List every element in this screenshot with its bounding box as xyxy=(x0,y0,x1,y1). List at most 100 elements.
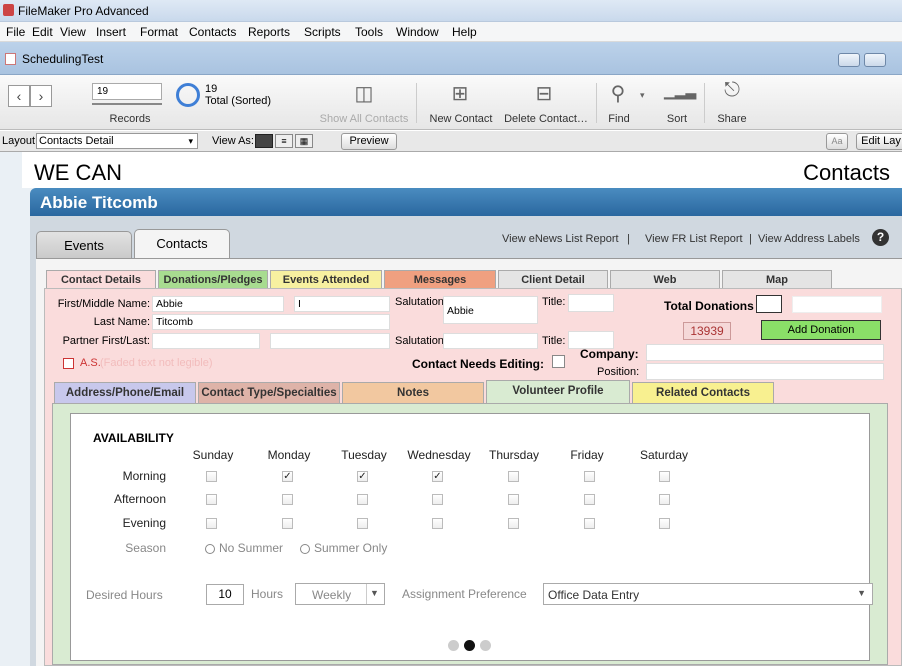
share-button[interactable]: Share xyxy=(712,113,752,125)
tab-messages[interactable]: Messages xyxy=(384,270,496,290)
availability-checkbox-morning-monday[interactable]: ✓ xyxy=(282,471,293,482)
frequency-select[interactable]: Weekly ▼ xyxy=(295,583,385,605)
tab-events-attended[interactable]: Events Attended xyxy=(270,270,382,290)
availability-checkbox-evening-sunday[interactable] xyxy=(206,518,217,529)
record-number-field[interactable]: 19 xyxy=(92,83,162,100)
partner-first-field[interactable] xyxy=(152,333,260,349)
menu-format[interactable]: Format xyxy=(140,25,178,39)
availability-checkbox-evening-tuesday[interactable] xyxy=(357,518,368,529)
company-field[interactable] xyxy=(646,344,884,361)
frequency-value: Weekly xyxy=(312,588,352,602)
availability-checkbox-morning-sunday[interactable] xyxy=(206,471,217,482)
show-all-icon: ◫ xyxy=(354,83,374,105)
position-field[interactable] xyxy=(646,363,884,380)
tab-web[interactable]: Web xyxy=(610,270,720,290)
page-dot[interactable] xyxy=(480,640,491,651)
availability-checkbox-evening-saturday[interactable] xyxy=(659,518,670,529)
salutation-field[interactable]: Abbie xyxy=(443,296,538,324)
show-all-contacts-button[interactable]: Show All Contacts xyxy=(316,113,412,125)
availability-checkbox-evening-monday[interactable] xyxy=(282,518,293,529)
availability-checkbox-morning-saturday[interactable] xyxy=(659,471,670,482)
first-name-field[interactable]: Abbie xyxy=(152,296,284,312)
menu-insert[interactable]: Insert xyxy=(96,25,126,39)
total-donations-value-field[interactable] xyxy=(792,296,882,313)
availability-checkbox-evening-friday[interactable] xyxy=(584,518,595,529)
total-donations-field[interactable] xyxy=(756,295,782,313)
assignment-select[interactable]: Office Data Entry ▼ xyxy=(543,583,873,605)
menu-window[interactable]: Window xyxy=(396,25,439,39)
tab-contact-details[interactable]: Contact Details xyxy=(46,270,156,290)
layout-select[interactable]: Contacts Detail ▾ xyxy=(36,133,198,149)
app-titlebar: FileMaker Pro Advanced xyxy=(0,0,902,22)
menu-tools[interactable]: Tools xyxy=(355,25,383,39)
needs-editing-checkbox[interactable] xyxy=(552,355,565,368)
add-donation-button[interactable]: Add Donation xyxy=(761,320,881,340)
menu-edit[interactable]: Edit xyxy=(32,25,53,39)
menu-view[interactable]: View xyxy=(60,25,86,39)
menu-reports[interactable]: Reports xyxy=(248,25,290,39)
last-name-field[interactable]: Titcomb xyxy=(152,314,390,330)
minimize-button[interactable] xyxy=(838,53,860,67)
title-label: Title: xyxy=(542,296,566,308)
enews-report-link[interactable]: View eNews List Report xyxy=(502,233,619,245)
availability-checkbox-evening-thursday[interactable] xyxy=(508,518,519,529)
availability-checkbox-afternoon-tuesday[interactable] xyxy=(357,494,368,505)
toolbar-separator xyxy=(416,83,417,123)
find-menu-arrow-icon[interactable]: ▾ xyxy=(640,90,645,101)
tab-address-phone-email[interactable]: Address/Phone/Email xyxy=(54,382,196,404)
availability-checkbox-morning-friday[interactable] xyxy=(584,471,595,482)
row-label-evening: Evening xyxy=(122,516,166,530)
no-summer-radio[interactable] xyxy=(205,544,215,554)
availability-checkbox-morning-tuesday[interactable]: ✓ xyxy=(357,471,368,482)
table-view-icon[interactable]: ▦ xyxy=(295,134,313,148)
availability-checkbox-afternoon-monday[interactable] xyxy=(282,494,293,505)
availability-checkbox-afternoon-sunday[interactable] xyxy=(206,494,217,505)
availability-checkbox-afternoon-saturday[interactable] xyxy=(659,494,670,505)
new-contact-button[interactable]: New Contact xyxy=(424,113,498,125)
availability-checkbox-evening-wednesday[interactable] xyxy=(432,518,443,529)
next-record-button[interactable]: › xyxy=(30,85,52,107)
list-view-icon[interactable]: ≡ xyxy=(275,134,293,148)
fr-report-link[interactable]: View FR List Report xyxy=(645,233,743,245)
tab-contacts[interactable]: Contacts xyxy=(134,229,230,259)
formatting-bar-button[interactable]: Aa xyxy=(826,133,848,150)
restore-button[interactable] xyxy=(864,53,886,67)
title-field[interactable] xyxy=(568,294,614,312)
menu-scripts[interactable]: Scripts xyxy=(304,25,341,39)
tab-notes[interactable]: Notes xyxy=(342,382,484,404)
partner-salutation-field[interactable] xyxy=(443,333,538,349)
preview-button[interactable]: Preview xyxy=(341,133,397,150)
summer-only-radio[interactable] xyxy=(300,544,310,554)
menu-contacts[interactable]: Contacts xyxy=(189,25,236,39)
availability-checkbox-afternoon-wednesday[interactable] xyxy=(432,494,443,505)
last-name-label: Last Name: xyxy=(93,316,150,328)
tab-contact-type[interactable]: Contact Type/Specialties xyxy=(198,382,340,404)
tab-events[interactable]: Events xyxy=(36,231,132,259)
menu-help[interactable]: Help xyxy=(452,25,477,39)
record-slider[interactable] xyxy=(92,103,162,105)
tab-client-detail[interactable]: Client Detail xyxy=(498,270,608,290)
page-dot[interactable] xyxy=(448,640,459,651)
as-checkbox[interactable] xyxy=(63,358,74,369)
page-dot-active[interactable] xyxy=(464,640,475,651)
menu-file[interactable]: File xyxy=(6,25,25,39)
tab-related-contacts[interactable]: Related Contacts xyxy=(632,382,774,404)
availability-checkbox-morning-wednesday[interactable]: ✓ xyxy=(432,471,443,482)
tab-donations-pledges[interactable]: Donations/Pledges xyxy=(158,270,268,290)
tab-map[interactable]: Map xyxy=(722,270,832,290)
middle-name-field[interactable]: I xyxy=(294,296,390,312)
availability-checkbox-afternoon-friday[interactable] xyxy=(584,494,595,505)
form-view-icon[interactable] xyxy=(255,134,273,148)
sort-button[interactable]: Sort xyxy=(660,113,694,125)
tab-volunteer-profile[interactable]: Volunteer Profile xyxy=(486,380,630,404)
availability-checkbox-morning-thursday[interactable] xyxy=(508,471,519,482)
delete-contact-button[interactable]: Delete Contact… xyxy=(500,113,592,125)
find-button[interactable]: Find xyxy=(602,113,636,125)
address-labels-link[interactable]: View Address Labels xyxy=(758,233,860,245)
availability-checkbox-afternoon-thursday[interactable] xyxy=(508,494,519,505)
partner-last-field[interactable] xyxy=(270,333,390,349)
help-icon[interactable]: ? xyxy=(872,229,889,246)
desired-hours-field[interactable]: 10 xyxy=(206,584,244,605)
prev-record-button[interactable]: ‹ xyxy=(8,85,30,107)
edit-layout-button[interactable]: Edit Lay xyxy=(856,133,902,150)
